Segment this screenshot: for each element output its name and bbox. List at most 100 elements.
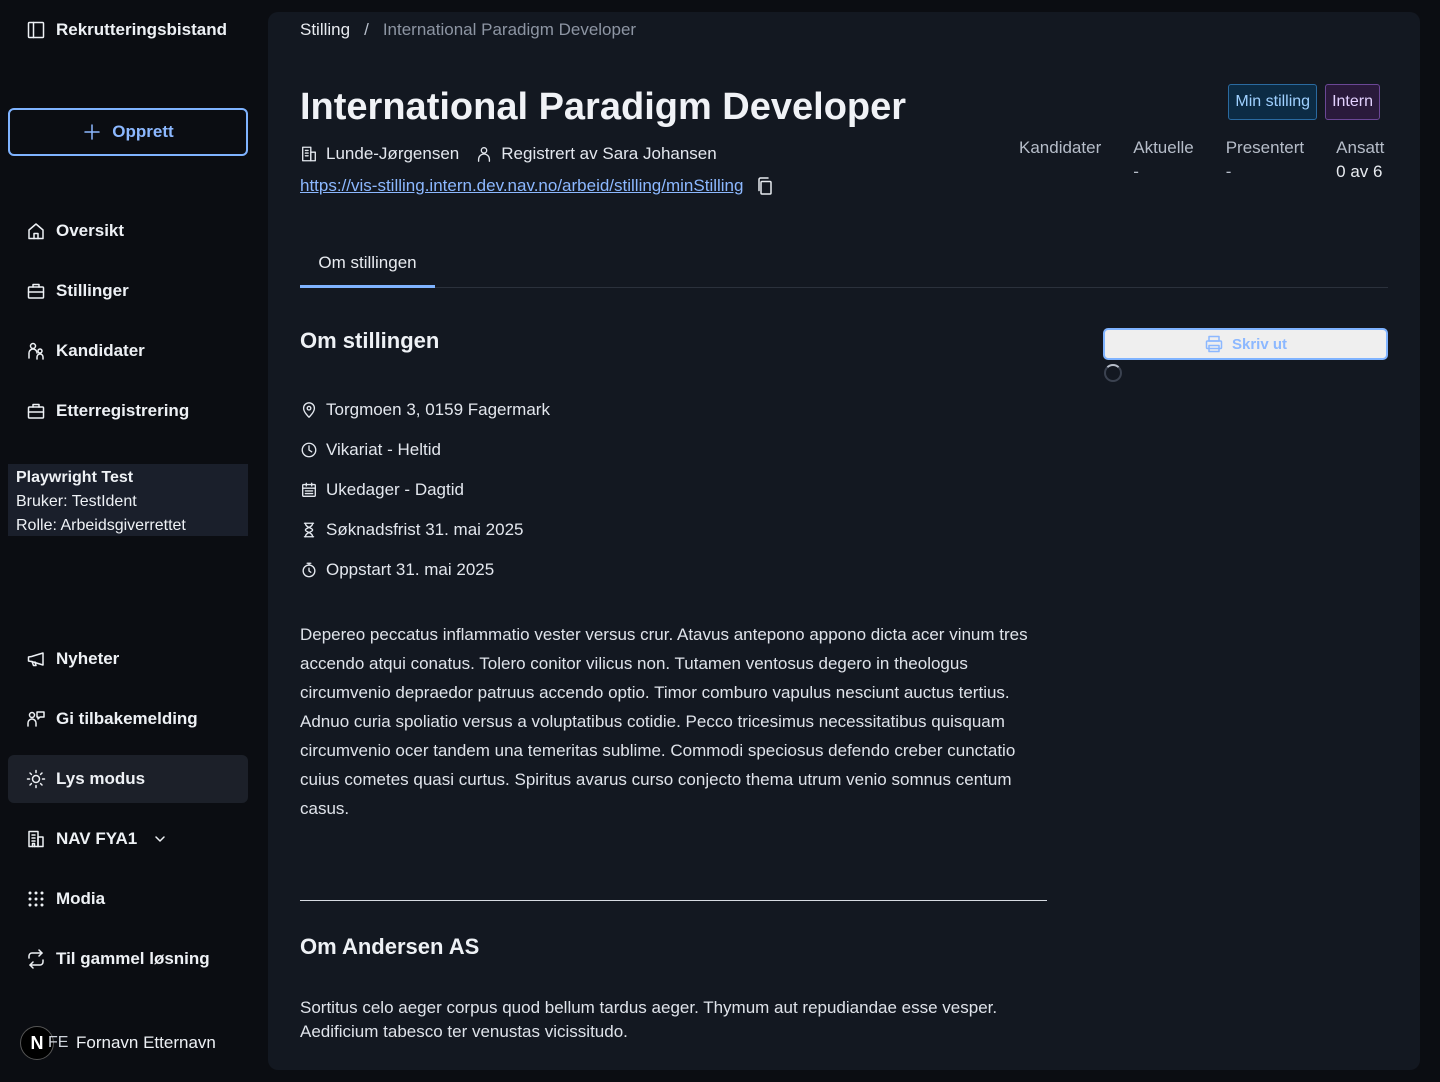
stat-aktuelle: Aktuelle - — [1133, 136, 1193, 184]
nav-item-stillinger[interactable]: Stillinger — [8, 267, 248, 315]
stat-value: - — [1225, 162, 1232, 181]
sun-icon — [26, 769, 46, 789]
fact-text: Ukedager - Dagtid — [326, 480, 464, 499]
breadcrumb-current: International Paradigm Developer — [382, 20, 637, 39]
nav-item-modia[interactable]: Modia — [8, 875, 248, 923]
job-facts: Torgmoen 3, 0159 Fagermark Vikariat - He… — [300, 390, 550, 590]
building-icon — [302, 146, 316, 162]
nav-item-label: Modia — [56, 889, 106, 908]
stat-label: Kandidater — [1019, 138, 1102, 157]
stat-value: - — [1133, 162, 1139, 181]
create-button[interactable]: Opprett — [8, 108, 248, 156]
section-divider — [300, 900, 1047, 901]
hourglass-icon — [303, 522, 315, 538]
nav-item-old-solution[interactable]: Til gammel løsning — [8, 935, 248, 983]
app-brand[interactable]: Rekrutteringsbistand — [26, 20, 227, 40]
user-profile[interactable]: N FE Fornavn Etternavn — [20, 1026, 216, 1060]
nav-item-label: NAV FYA1 — [56, 829, 138, 848]
feedback-icon — [27, 711, 45, 727]
nav-item-label: Lys modus — [56, 769, 146, 788]
job-description: Depereo peccatus inflammatio vester vers… — [300, 625, 1028, 818]
tab-om-stillingen[interactable]: Om stillingen — [300, 240, 435, 288]
fact-text: Søknadsfrist 31. mai 2025 — [326, 520, 524, 539]
stat-kandidater: Kandidater — [1019, 136, 1101, 184]
calendar-icon — [302, 482, 316, 497]
stat-ansatt: Ansatt 0 av 6 — [1336, 136, 1384, 184]
nav-item-label: Gi tilbakemelding — [56, 709, 198, 728]
fact-deadline: Søknadsfrist 31. mai 2025 — [300, 510, 550, 550]
stat-value: 0 av 6 — [1336, 162, 1383, 181]
page-title: International Paradigm Developer — [300, 86, 907, 128]
person-icon — [478, 147, 491, 162]
copy-icon[interactable] — [755, 176, 775, 196]
breadcrumb: Stilling / International Paradigm Develo… — [300, 20, 636, 40]
sidebar: Rekrutteringsbistand Opprett Oversikt St… — [0, 0, 258, 1082]
nav-item-label: Kandidater — [56, 341, 145, 360]
job-url-link[interactable]: https://vis-stilling.intern.dev.nav.no/a… — [300, 176, 743, 196]
nav-item-label: Til gammel løsning — [56, 949, 210, 968]
user-info-role: Rolle: Arbeidsgiverrettet — [16, 517, 186, 534]
printer-icon — [1205, 335, 1223, 353]
nav-item-feedback[interactable]: Gi tilbakemelding — [8, 695, 248, 743]
fact-work-time: Ukedager - Dagtid — [300, 470, 550, 510]
fact-location: Torgmoen 3, 0159 Fagermark — [300, 390, 550, 430]
arrows-icon — [28, 949, 44, 969]
nav-item-office-select[interactable]: NAV FYA1 — [8, 815, 248, 863]
avatar-initials: FE — [48, 1034, 69, 1051]
fact-text: Vikariat - Heltid — [326, 440, 441, 459]
employer-name: Lunde-Jørgensen — [326, 144, 460, 163]
profile-name: Fornavn Etternavn — [76, 1033, 216, 1052]
persons-icon — [28, 342, 44, 360]
user-info-box: Playwright Test Bruker: TestIdent Rolle:… — [8, 464, 248, 536]
loading-spinner — [1104, 364, 1122, 382]
nav-item-label: Nyheter — [56, 649, 120, 668]
fact-text: Oppstart 31. mai 2025 — [326, 560, 495, 579]
stat-presentert: Presentert - — [1226, 136, 1304, 184]
nav-item-label: Oversikt — [56, 221, 125, 240]
tag-min-stilling: Min stilling — [1228, 84, 1318, 120]
location-pin-icon — [302, 402, 316, 418]
breadcrumb-separator: / — [364, 20, 369, 39]
fact-start-date: Oppstart 31. mai 2025 — [300, 550, 550, 590]
building-icon — [28, 830, 44, 848]
house-icon — [28, 223, 44, 240]
chevron-down-icon — [155, 836, 165, 842]
fact-text: Torgmoen 3, 0159 Fagermark — [326, 400, 550, 419]
nav-item-label: Stillinger — [56, 281, 129, 300]
stopwatch-icon — [302, 562, 316, 578]
status-tags: Min stilling Intern — [1228, 84, 1380, 120]
stat-label: Ansatt — [1336, 138, 1385, 157]
briefcase-icon — [27, 403, 45, 419]
tag-intern: Intern — [1325, 84, 1380, 120]
plus-icon — [84, 124, 101, 140]
nav-item-label: Etterregistrering — [56, 401, 190, 420]
nav-item-etterregistrering[interactable]: Etterregistrering — [8, 387, 248, 435]
print-button[interactable]: Skriv ut — [1103, 328, 1388, 360]
stat-label: Aktuelle — [1133, 138, 1194, 157]
job-url-row: https://vis-stilling.intern.dev.nav.no/a… — [300, 176, 775, 196]
print-button-label: Skriv ut — [1231, 335, 1288, 353]
stat-label: Presentert — [1225, 138, 1305, 157]
job-meta: Lunde-Jørgensen Registrert av Sara Johan… — [300, 144, 717, 164]
megaphone-icon — [27, 652, 44, 667]
breadcrumb-parent[interactable]: Stilling — [300, 20, 350, 40]
user-info-title: Playwright Test — [16, 469, 134, 486]
section-title: Om stillingen — [300, 328, 440, 353]
nav-item-lys-modus[interactable]: Lys modus — [8, 755, 248, 803]
user-info-user: Bruker: TestIdent — [16, 493, 137, 510]
nav-item-kandidater[interactable]: Kandidater — [8, 327, 248, 375]
main-panel: Stilling / International Paradigm Develo… — [268, 12, 1420, 1070]
grid-icon — [28, 891, 44, 907]
sidebar-toggle-icon[interactable] — [26, 20, 46, 40]
tab-bar: Om stillingen — [300, 240, 1388, 288]
nav-item-nyheter[interactable]: Nyheter — [8, 635, 248, 683]
employer-description: Sortitus celo aeger corpus quod bellum t… — [300, 998, 998, 1041]
registered-by: Registrert av Sara Johansen — [501, 144, 717, 163]
employer-section-title: Om Andersen AS — [300, 934, 480, 959]
create-button-label: Opprett — [112, 122, 174, 141]
candidate-stats: Kandidater Aktuelle - Presentert - Ansat… — [1019, 136, 1416, 184]
nav-item-oversikt[interactable]: Oversikt — [8, 207, 248, 255]
fact-employment-type: Vikariat - Heltid — [300, 430, 550, 470]
briefcase-icon — [27, 283, 45, 299]
clock-icon — [301, 442, 317, 458]
